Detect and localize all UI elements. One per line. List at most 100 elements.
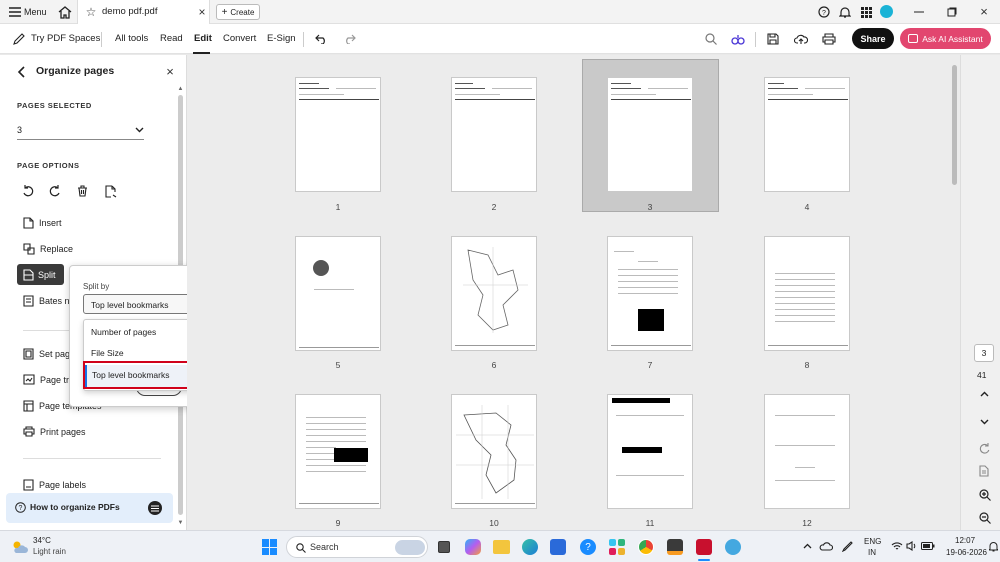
page-thumbnail-3[interactable] xyxy=(607,77,693,192)
close-window-icon[interactable]: × xyxy=(977,4,991,19)
page-thumbnail-8[interactable] xyxy=(764,236,850,351)
slack-icon[interactable] xyxy=(609,539,625,555)
print-pages-option[interactable]: Print pages xyxy=(23,426,86,437)
split-option[interactable]: Split xyxy=(17,264,64,285)
battery-icon[interactable] xyxy=(921,540,935,552)
task-view-icon[interactable] xyxy=(438,541,450,553)
page-thumbnail-6[interactable] xyxy=(451,236,537,351)
clock-date[interactable]: 19-06-2026 xyxy=(946,548,987,557)
page-thumbnail-1[interactable] xyxy=(295,77,381,192)
set-page-option[interactable]: Set page xyxy=(23,348,75,360)
language-eng[interactable]: ENG xyxy=(864,537,881,546)
tab-convert[interactable]: Convert xyxy=(223,33,256,44)
menu-label[interactable]: Menu xyxy=(24,7,47,17)
chrome-icon[interactable] xyxy=(638,539,654,555)
onedrive-cloud-icon[interactable] xyxy=(819,540,833,552)
rotate-left-icon[interactable] xyxy=(21,184,35,198)
share-button[interactable]: Share xyxy=(852,28,894,49)
zoom-in-icon[interactable] xyxy=(978,488,991,501)
edge-browser-icon[interactable] xyxy=(522,539,538,555)
try-pdf-spaces-link[interactable]: Try PDF Spaces xyxy=(31,33,100,44)
restore-icon[interactable] xyxy=(945,5,959,19)
zoom-out-icon[interactable] xyxy=(978,511,991,524)
scroll-down-arrow-icon[interactable]: ▼ xyxy=(176,519,185,527)
page-transitions-option[interactable]: Page tra xyxy=(23,374,74,385)
clock-time[interactable]: 12:07 xyxy=(955,536,975,545)
ai-tools-icon[interactable] xyxy=(731,32,745,46)
pages-selected-value: 3 xyxy=(17,125,23,135)
hamburger-menu-icon[interactable] xyxy=(8,5,22,19)
taskbar-search-box[interactable]: Search xyxy=(286,536,428,558)
split-label: Split xyxy=(38,269,56,280)
notification-bell-icon[interactable] xyxy=(988,540,998,552)
undo-icon[interactable] xyxy=(314,32,328,46)
save-icon[interactable] xyxy=(766,32,780,46)
chevron-up-icon[interactable] xyxy=(802,541,812,551)
volume-icon[interactable] xyxy=(906,540,918,552)
home-icon[interactable] xyxy=(57,4,73,20)
language-in[interactable]: IN xyxy=(868,548,876,557)
network-app-icon[interactable] xyxy=(725,539,741,555)
start-windows-icon[interactable] xyxy=(262,539,278,555)
option-file-size[interactable]: File Size xyxy=(91,348,124,358)
store-icon[interactable] xyxy=(550,539,566,555)
help-icon[interactable]: ? xyxy=(817,5,831,19)
pages-selected-dropdown[interactable]: 3 xyxy=(17,122,144,140)
page-number-10: 10 xyxy=(489,518,499,528)
tab-read[interactable]: Read xyxy=(160,33,183,44)
close-panel-icon[interactable]: × xyxy=(163,64,177,79)
bates-option[interactable]: Bates nu xyxy=(23,295,75,307)
page-thumbnail-12[interactable] xyxy=(764,394,850,509)
ask-ai-assistant-button[interactable]: Ask AI Assistant xyxy=(900,28,991,49)
apps-grid-icon[interactable] xyxy=(859,5,873,19)
page-thumbnail-7[interactable] xyxy=(607,236,693,351)
wifi-icon[interactable] xyxy=(891,540,903,552)
upload-cloud-icon[interactable] xyxy=(794,32,808,46)
print-icon[interactable] xyxy=(822,32,836,46)
document-tab[interactable]: ☆ demo pdf.pdf × xyxy=(77,0,210,24)
bell-icon[interactable] xyxy=(838,5,852,19)
page-thumbnail-2[interactable] xyxy=(451,77,537,192)
create-button[interactable]: + Create xyxy=(216,4,260,20)
avatar[interactable] xyxy=(880,5,893,18)
toolbar-divider xyxy=(755,32,756,47)
insert-option[interactable]: Insert xyxy=(23,217,62,229)
tab-edit[interactable]: Edit xyxy=(194,33,212,44)
refresh-icon[interactable] xyxy=(978,442,990,454)
sublime-icon[interactable] xyxy=(667,539,683,555)
how-to-organize-help[interactable]: ? How to organize PDFs xyxy=(6,493,173,523)
pen-icon[interactable] xyxy=(841,540,853,552)
tab-all-tools[interactable]: All tools xyxy=(115,33,148,44)
page-down-chevron-icon[interactable] xyxy=(978,417,990,427)
current-page-box[interactable]: 3 xyxy=(974,344,994,362)
help-app-icon[interactable]: ? xyxy=(580,539,596,555)
minimize-icon[interactable] xyxy=(912,5,926,19)
star-icon[interactable]: ☆ xyxy=(84,5,98,19)
page-thumbnail-10[interactable] xyxy=(451,394,537,509)
acrobat-icon[interactable] xyxy=(696,539,712,555)
option-number-of-pages[interactable]: Number of pages xyxy=(91,327,156,337)
file-explorer-icon[interactable] xyxy=(493,540,510,554)
pdf-spaces-icon[interactable] xyxy=(12,32,26,46)
page-thumbnail-4[interactable] xyxy=(764,77,850,192)
search-icon[interactable] xyxy=(704,32,718,46)
weather-cloud-icon[interactable] xyxy=(10,538,30,556)
redo-icon[interactable] xyxy=(342,32,356,46)
rotate-right-icon[interactable] xyxy=(48,184,62,198)
right-rail: 3 41 xyxy=(960,55,1000,530)
tab-esign[interactable]: E-Sign xyxy=(267,33,296,44)
scroll-up-arrow-icon[interactable]: ▲ xyxy=(176,85,185,93)
page-up-chevron-icon[interactable] xyxy=(978,389,990,399)
close-tab-icon[interactable]: × xyxy=(196,5,208,19)
extract-page-icon[interactable] xyxy=(103,184,117,198)
page-view-icon[interactable] xyxy=(978,464,990,477)
content-scrollbar[interactable] xyxy=(952,65,957,185)
page-thumbnail-9[interactable] xyxy=(295,394,381,509)
copilot-icon[interactable] xyxy=(465,539,481,555)
page-thumbnail-11[interactable] xyxy=(607,394,693,509)
page-labels-option[interactable]: Page labels xyxy=(23,479,86,491)
page-thumbnail-5[interactable] xyxy=(295,236,381,351)
back-arrow-icon[interactable] xyxy=(14,65,28,79)
trash-icon[interactable] xyxy=(75,184,89,198)
replace-option[interactable]: Replace xyxy=(23,243,73,255)
